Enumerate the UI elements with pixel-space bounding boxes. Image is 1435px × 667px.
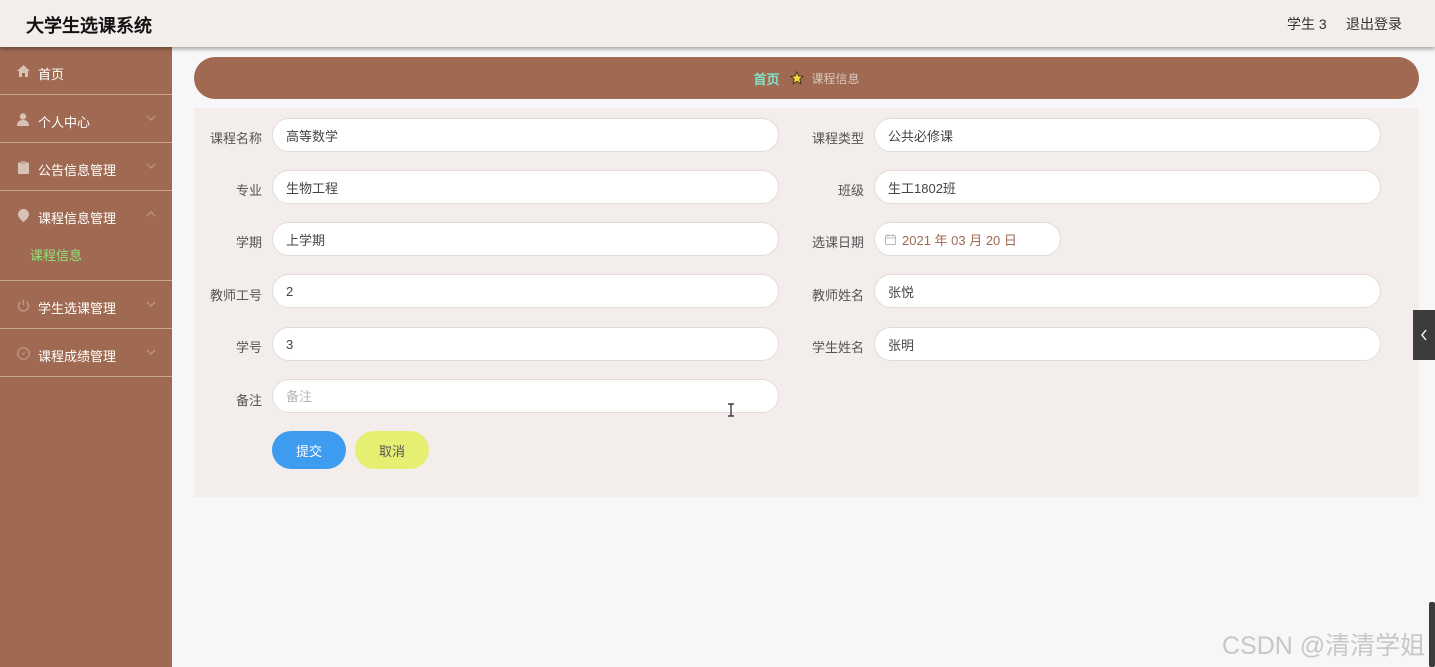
- class-label: 班级: [837, 183, 864, 198]
- course-type-label: 课程类型: [811, 131, 864, 146]
- semester-label: 学期: [235, 235, 262, 250]
- breadcrumb-current: 课程信息: [811, 71, 860, 86]
- teacher-id-input[interactable]: [272, 274, 779, 308]
- logout-link[interactable]: 退出登录: [1346, 14, 1402, 34]
- submenu-course-info[interactable]: 课程信息: [0, 239, 172, 281]
- student-id-label: 学号: [235, 340, 262, 355]
- chevron-left-icon: [1421, 329, 1427, 341]
- sidebar-item-label: 首页: [38, 67, 65, 82]
- breadcrumb-home[interactable]: 首页: [753, 69, 779, 88]
- select-date-picker[interactable]: 2021 年 03 月 20 日: [874, 222, 1061, 256]
- current-user-name: 学生 3: [1287, 16, 1327, 32]
- student-name-input[interactable]: [874, 327, 1381, 361]
- course-name-input[interactable]: [272, 118, 779, 152]
- sidebar-item-personal-center[interactable]: 个人中心: [0, 95, 172, 143]
- collapse-panel-button[interactable]: [1413, 310, 1435, 360]
- class-input[interactable]: [874, 170, 1381, 204]
- clipboard-icon: [16, 160, 30, 174]
- select-date-value: 2021 年 03 月 20 日: [902, 232, 1017, 248]
- user-icon: [16, 112, 30, 126]
- course-name-label: 课程名称: [209, 131, 262, 146]
- cancel-button[interactable]: 取消: [355, 431, 429, 469]
- sidebar-item-course-management[interactable]: 课程信息管理: [0, 191, 172, 239]
- sidebar-item-course-selection[interactable]: 学生选课管理: [0, 281, 172, 329]
- semester-input[interactable]: [272, 222, 779, 256]
- compass-icon: [16, 346, 30, 360]
- sidebar-item-label: 公告信息管理: [38, 163, 117, 178]
- power-icon: [16, 298, 30, 312]
- chevron-down-icon: [146, 115, 156, 121]
- sidebar-item-announcement[interactable]: 公告信息管理: [0, 143, 172, 191]
- submit-button[interactable]: 提交: [272, 431, 346, 469]
- sidebar-item-label: 个人中心: [38, 115, 91, 130]
- chevron-down-icon: [146, 349, 156, 355]
- course-form-panel: 课程名称 课程类型 专业 班级 学期 选课日期 2021 年 03 月 20 日…: [194, 108, 1419, 497]
- text-cursor-icon: [727, 403, 735, 422]
- submenu-label[interactable]: 课程信息: [30, 245, 82, 264]
- teacher-name-label: 教师姓名: [811, 288, 864, 303]
- remark-label: 备注: [235, 393, 262, 408]
- scroll-handle[interactable]: [1429, 602, 1435, 667]
- sidebar: 首页 个人中心 公告信息管理 课程信息管理 课程信息 学生选课管理 课程成绩管理: [0, 47, 172, 667]
- major-input[interactable]: [272, 170, 779, 204]
- sidebar-item-grade-management[interactable]: 课程成绩管理: [0, 329, 172, 377]
- sidebar-item-home[interactable]: 首页: [0, 47, 172, 95]
- sidebar-item-label: 课程信息管理: [38, 211, 117, 226]
- top-header: 大学生选课系统 学生 3 退出登录: [0, 0, 1435, 47]
- teacher-name-input[interactable]: [874, 274, 1381, 308]
- teacher-id-label: 教师工号: [209, 288, 262, 303]
- chevron-down-icon: [146, 301, 156, 307]
- calendar-icon: [885, 233, 896, 245]
- select-date-label: 选课日期: [811, 235, 864, 250]
- app-title: 大学生选课系统: [26, 16, 152, 36]
- course-type-input[interactable]: [874, 118, 1381, 152]
- star-icon: [789, 71, 804, 85]
- sidebar-item-label: 学生选课管理: [38, 301, 117, 316]
- chevron-up-icon: [146, 211, 156, 217]
- student-name-label: 学生姓名: [811, 340, 864, 355]
- major-label: 专业: [235, 183, 262, 198]
- student-id-input[interactable]: [272, 327, 779, 361]
- watermark: CSDN @清清学姐: [1222, 632, 1426, 660]
- breadcrumb: 首页 课程信息: [194, 57, 1419, 99]
- chevron-down-icon: [146, 163, 156, 169]
- home-icon: [16, 64, 30, 78]
- sidebar-item-label: 课程成绩管理: [38, 349, 117, 364]
- location-pin-icon: [16, 208, 30, 222]
- remark-input[interactable]: [272, 379, 779, 413]
